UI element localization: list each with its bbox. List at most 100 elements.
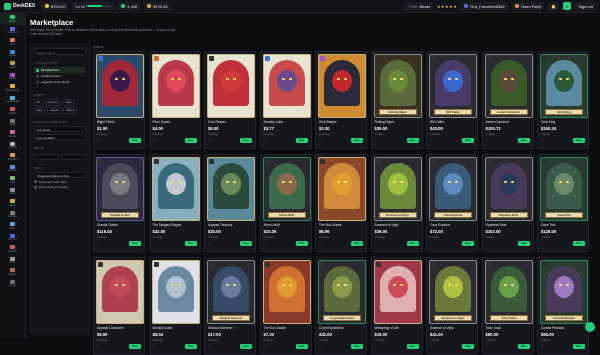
buy-button[interactable]: Buy (406, 138, 419, 143)
chat-button[interactable] (585, 322, 595, 332)
market-card[interactable]: Monkey Joker $3.77 5 listings ♡ Buy (259, 51, 312, 149)
favorite-icon[interactable]: ♡ (541, 344, 544, 348)
brand[interactable]: DeckDEX (4, 2, 42, 10)
buy-button[interactable]: Buy (184, 241, 197, 246)
buy-button[interactable]: Buy (184, 344, 197, 349)
user-pill[interactable]: Ord_Favorite#8482 (461, 2, 508, 10)
rarity-chip[interactable]: Common (44, 99, 62, 106)
favorite-icon[interactable]: ♡ (97, 138, 100, 142)
sidebar-item[interactable]: Tournaments (0, 82, 25, 94)
buy-button[interactable]: Buy (462, 241, 474, 246)
market-card[interactable]: The Sun-Grazie $7.20 2 listings ♡ Buy (259, 257, 312, 355)
favorite-icon[interactable]: ♡ (430, 344, 433, 348)
market-card[interactable]: Rotting Ralph Rotting Ralph $35.00 1 listin… (370, 51, 423, 149)
buy-button[interactable]: Buy (240, 344, 252, 349)
market-card[interactable]: Crypt Exploration Crypt Exploration $42.00… (315, 257, 367, 355)
search-input[interactable]: Search cards (34, 48, 86, 55)
market-card[interactable]: Coin Reaper $5.00 3 listings ♡ Buy (204, 51, 256, 149)
collection-option[interactable]: Legends of the Abyss (34, 79, 86, 85)
buy-button[interactable]: Buy (295, 241, 308, 246)
rarity-chip[interactable]: Epic (34, 107, 46, 114)
favorite-icon[interactable]: ♡ (97, 241, 100, 245)
favorite-icon[interactable]: ♡ (541, 138, 544, 142)
buy-button[interactable]: Buy (462, 138, 474, 143)
market-card[interactable]: Fiber Queen $4.00 6 listings ♡ Buy (148, 51, 201, 149)
market-card[interactable]: Blight Totem $1.00 4 listings ♡ Buy (93, 51, 145, 149)
finish-select[interactable]: Any finish (34, 125, 86, 132)
market-card[interactable]: Monkey Joker $5.04 2 listings ♡ Buy (148, 257, 201, 355)
favorite-icon[interactable]: ♡ (153, 344, 156, 348)
market-card[interactable]: Cave Explorer Cave Explorer $72.00 1 listin… (426, 154, 478, 252)
buy-button[interactable]: Buy (462, 344, 474, 349)
buy-button[interactable]: Buy (573, 241, 585, 246)
market-card[interactable]: Granite Golem Granite Golem $116.40 2 listi… (93, 154, 145, 252)
favorite-icon[interactable]: ♡ (319, 344, 322, 348)
buy-button[interactable]: Buy (240, 138, 252, 143)
sidebar-item[interactable]: Discord (0, 232, 25, 244)
sidebar-item[interactable]: Support (0, 243, 25, 255)
market-card[interactable]: Rift Caller Rift Caller $43.00 2 listings ♡ B… (426, 51, 478, 149)
buy-button[interactable]: Buy (573, 138, 585, 143)
favorite-icon[interactable]: ♡ (153, 138, 156, 142)
sidebar-item[interactable]: Sets (0, 36, 25, 48)
rarity-chip[interactable]: Rare (62, 99, 75, 106)
buy-button[interactable]: Buy (406, 344, 419, 349)
market-card[interactable]: Ashen Wolf Ashen Wolf $23.06 4 listings ♡ Buy (259, 154, 312, 252)
sidebar-item[interactable]: Decks (0, 48, 25, 60)
favorite-icon[interactable]: ♡ (486, 344, 489, 348)
sidebar-item[interactable]: Events (0, 128, 25, 140)
market-card[interactable]: Grim King Grim King $150.34 1 listing ♡ Buy (537, 51, 589, 149)
market-card[interactable]: Soul Reaper $3.30 2 listings ♡ Buy (315, 51, 367, 149)
market-card[interactable]: Toxic Toad Toxic Toad $60.00 1 listing ♡ Buy (481, 257, 534, 355)
buy-button[interactable]: Buy (129, 138, 141, 143)
rarity-chip[interactable]: Mythic (63, 107, 77, 114)
favorite-icon[interactable]: ♡ (208, 344, 211, 348)
market-card[interactable]: The Tangled Dragon $32.00 3 listings ♡ Buy (148, 154, 201, 252)
rarity-chip[interactable]: All (34, 99, 43, 106)
favorite-icon[interactable]: ♡ (264, 138, 267, 142)
trust-pill[interactable]: Trust Beast (405, 2, 433, 10)
level-pill[interactable]: Lv 12 (72, 2, 115, 10)
buy-button[interactable]: Buy (184, 138, 197, 143)
favorite-icon[interactable]: ♡ (153, 241, 156, 245)
sidebar-item[interactable]: Admin (0, 266, 25, 278)
market-card[interactable]: Ashen Construct Ashen Construct $100.71 1 l… (481, 51, 534, 149)
buy-button[interactable]: Buy (406, 241, 419, 246)
market-card[interactable]: Cursed Pharaoh Cursed Pharaoh $95.00 1 list… (537, 257, 589, 355)
sidebar-item[interactable]: Crafting (0, 140, 25, 152)
buy-button[interactable]: Buy (573, 344, 585, 349)
buy-button[interactable]: Buy (295, 138, 308, 143)
sort-select[interactable]: Cheapest collectors first (34, 171, 86, 178)
sidebar-item[interactable]: Guild (0, 117, 25, 129)
favorite-icon[interactable]: ♡ (97, 344, 100, 348)
sidebar-item[interactable]: Collection (0, 25, 25, 37)
market-card[interactable]: The Sun-Grazie $6.96 3 listings ♡ Buy (315, 154, 367, 252)
sidebar-item[interactable]: Friends (0, 163, 25, 175)
sidebar-item[interactable]: Docs (0, 255, 25, 267)
sidebar-item[interactable]: Chat (0, 174, 25, 186)
team-pill[interactable]: Team Party (511, 2, 544, 10)
favorite-icon[interactable]: ♡ (319, 241, 322, 245)
offers-checkbox[interactable]: Show cards with offers (34, 180, 86, 184)
favorite-icon[interactable]: ♡ (208, 241, 211, 245)
buy-button[interactable]: Buy (351, 344, 363, 349)
buy-button[interactable]: Buy (351, 241, 363, 246)
market-card[interactable]: Abyssal Treasury $20.00 2 listings ♡ Buy (204, 154, 256, 252)
market-card[interactable]: Essence of Vigor Essence of Vigor $39.00 2 … (370, 154, 423, 252)
sidebar-item[interactable]: News (0, 186, 25, 198)
favorite-icon[interactable]: ♡ (375, 241, 378, 245)
buy-button[interactable]: Buy (295, 344, 308, 349)
sidebar-item[interactable]: Packs (0, 59, 25, 71)
sidebar-item[interactable]: Wallet (0, 197, 25, 209)
rarity-chip[interactable]: Legend (46, 107, 62, 114)
market-card[interactable]: Abyssal Consumer $9.00 3 listings ♡ Buy (93, 257, 145, 355)
gems-pill[interactable]: 4,440 (118, 2, 141, 10)
buy-button[interactable]: Buy (240, 241, 252, 246)
sidebar-item[interactable]: Help (0, 220, 25, 232)
favorite-icon[interactable]: ♡ (486, 241, 489, 245)
favorite-icon[interactable]: ♡ (208, 138, 211, 142)
price-max-input[interactable] (61, 153, 86, 160)
buy-button[interactable]: Buy (351, 138, 363, 143)
sidebar-item[interactable]: Settings (0, 209, 25, 221)
cash-pill[interactable]: $710.50 (144, 2, 171, 10)
